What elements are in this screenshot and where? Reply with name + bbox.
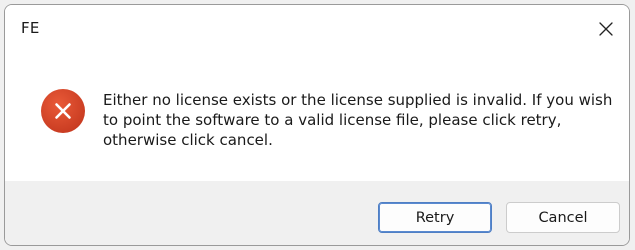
message-area: Either no license exists or the license … [5,53,629,181]
retry-button[interactable]: Retry [378,202,492,233]
close-icon [599,22,613,36]
message-text: Either no license exists or the license … [103,91,613,149]
error-icon [41,89,85,133]
cancel-button[interactable]: Cancel [506,202,620,233]
window-title: FE [21,19,40,37]
title-bar: FE [5,5,629,53]
button-bar: Retry Cancel [5,181,629,245]
close-button[interactable] [583,5,629,53]
message-dialog: FE Either no license exists or the licen… [4,4,630,246]
